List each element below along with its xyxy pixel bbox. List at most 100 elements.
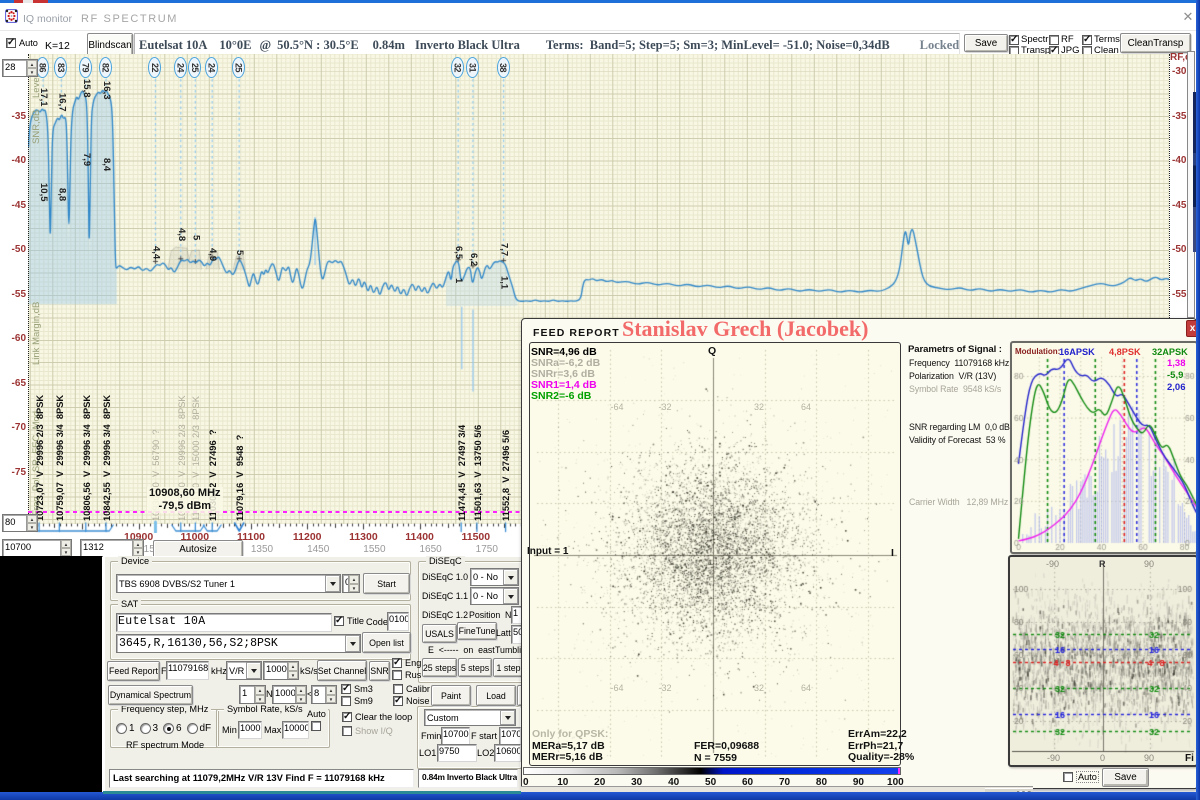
title-checkbox[interactable]: Title [334, 616, 364, 626]
checkbox-box[interactable] [341, 696, 351, 706]
symbolrate-spinner[interactable]: 1000▲▼ [263, 661, 299, 680]
checkbox-box[interactable] [311, 721, 321, 731]
spin-value[interactable]: 1000 [273, 686, 295, 703]
spin-up-icon[interactable]: ▲ [255, 686, 265, 695]
paint-button[interactable]: Paint [431, 685, 471, 706]
spin-value[interactable]: 1000 [264, 662, 287, 679]
eng-checkbox[interactable]: Eng [392, 658, 421, 668]
calibr-checkbox[interactable]: Calibr [393, 684, 430, 694]
level-bottom-arrows[interactable]: ▲▼ [26, 515, 37, 531]
checkbox-box[interactable] [392, 658, 402, 668]
device-combo[interactable]: TBS 6908 DVBS/S2 Tuner 1 [116, 574, 341, 593]
sm3-checkbox[interactable]: Sm3 [341, 684, 373, 694]
transponder-combo[interactable]: 3645,R,16130,56,S2;8PSK [116, 634, 361, 653]
combo-dropdown-icon[interactable] [345, 635, 360, 652]
diseqc11-combo[interactable]: 0 - No [470, 587, 519, 605]
usals-button[interactable]: USALS [422, 624, 457, 643]
level-top-spinner[interactable]: 28▲▼ [2, 59, 38, 77]
lo1-input[interactable]: 9750 [437, 744, 477, 762]
clear-loop-checkbox[interactable]: Clear the loop [342, 712, 412, 722]
level-top-arrows[interactable]: ▲▼ [26, 60, 37, 76]
show-iq-checkbox[interactable]: Show I/Q [342, 726, 393, 736]
radio-dot[interactable] [187, 723, 198, 734]
polarization-combo[interactable]: V/R [226, 661, 262, 680]
set-channel-button[interactable]: Set Channel [317, 660, 367, 681]
rus-checkbox[interactable]: Rus [392, 670, 421, 680]
spin-arrows[interactable]: ▲▼ [254, 686, 265, 703]
cleantransp-button[interactable]: CleanTransp [1120, 33, 1191, 53]
combo-dropdown-icon[interactable] [503, 588, 518, 604]
spin-value[interactable]: 8 [312, 686, 325, 703]
load-button[interactable]: Load [476, 685, 516, 706]
level-top-value[interactable]: 28 [3, 60, 26, 76]
freq-min-arrows[interactable]: ▲▼ [60, 540, 71, 556]
n-spinner[interactable]: 1000▲▼ [272, 685, 307, 704]
snr-button[interactable]: SNR [369, 661, 390, 681]
fstart-input[interactable]: 10700 [499, 727, 521, 745]
spin-up-icon[interactable]: ▲ [349, 575, 359, 584]
spin-down-icon[interactable]: ▼ [326, 695, 336, 704]
fmin-input[interactable]: 10700 [441, 727, 470, 745]
freq-step-radio-dF[interactable]: dF [187, 723, 212, 734]
radio-dot[interactable] [163, 723, 174, 734]
level-bottom-value[interactable]: 80 [3, 515, 26, 531]
checkbox-box[interactable] [392, 670, 402, 680]
toolbar-check-spectr[interactable]: Spectr [1009, 34, 1048, 45]
count-spinner[interactable]: 1▲▼ [239, 685, 266, 704]
combo-dropdown-icon[interactable] [500, 710, 515, 725]
start-button[interactable]: Start [363, 573, 410, 594]
toolbar-check-terms[interactable]: Terms [1082, 34, 1120, 45]
checkbox-box[interactable] [1009, 35, 1019, 45]
toolbar-check-rf[interactable]: RF [1049, 34, 1074, 45]
combo-dropdown-icon[interactable] [503, 569, 518, 585]
range-preset-combo[interactable]: Custom [424, 709, 516, 726]
steps-25-button[interactable]: 25 steps [422, 658, 457, 677]
lo2-input[interactable]: 10600 [494, 744, 521, 762]
freq-span-value[interactable]: 1312 [81, 540, 132, 556]
feed-report-button[interactable]: Feed Report [107, 661, 160, 681]
freq-step-radio-3[interactable]: 3 [140, 723, 159, 734]
steps-5-button[interactable]: 5 steps [458, 658, 492, 677]
save-button[interactable]: Save [964, 34, 1008, 52]
combo-dropdown-icon[interactable] [246, 662, 261, 679]
freq-span-spinner[interactable]: 1312▲▼ [80, 539, 144, 557]
sat-name-input[interactable]: Eutelsat 10A [116, 613, 332, 632]
device-number-spinner[interactable]: 0▲▼ [342, 574, 360, 593]
checkbox-box[interactable] [393, 696, 403, 706]
spin-arrows[interactable]: ▲▼ [295, 686, 306, 703]
spin-arrows[interactable]: ▲▼ [325, 686, 336, 703]
feed-auto-checkbox-box[interactable] [1063, 772, 1073, 782]
sr-auto-checkbox[interactable] [311, 721, 321, 731]
spin-up-icon[interactable]: ▲ [288, 662, 298, 671]
freq-span-arrows[interactable]: ▲▼ [132, 540, 143, 556]
auto-checkbox-box[interactable] [6, 38, 16, 48]
feed-save-button[interactable]: Save [1102, 768, 1149, 787]
spin-down-icon[interactable]: ▼ [255, 695, 265, 704]
radio-dot[interactable] [140, 723, 151, 734]
code-input[interactable]: 0100 [387, 612, 409, 631]
step-1-button[interactable]: 1 step [493, 658, 524, 677]
spin-arrows[interactable]: ▲▼ [287, 662, 298, 679]
checkbox-box[interactable] [1082, 35, 1092, 45]
multiplier-spinner[interactable]: 8▲▼ [311, 685, 337, 704]
spin-down-icon[interactable]: ▼ [349, 584, 359, 593]
min-input[interactable]: 1000 [238, 721, 262, 739]
close-icon[interactable]: ✕ [1181, 10, 1195, 24]
checkbox-box[interactable] [341, 684, 351, 694]
freq-step-radio-6[interactable]: 6 [163, 723, 182, 734]
spin-arrows[interactable]: ▲▼ [348, 575, 359, 592]
diseqc10-combo[interactable]: 0 - No [470, 568, 519, 586]
sm9-checkbox[interactable]: Sm9 [341, 696, 373, 706]
checkbox-box[interactable] [393, 684, 403, 694]
noise-checkbox[interactable]: Noise [393, 696, 430, 706]
freq-step-radio-1[interactable]: 1 [116, 723, 135, 734]
max-input[interactable]: 10000 [282, 721, 309, 739]
freq-min-value[interactable]: 10700 [3, 540, 60, 556]
frequency-input[interactable]: 11079168 [166, 661, 209, 680]
dynamical-spectrum-button[interactable]: Dynamical Spectrum [108, 685, 193, 705]
checkbox-box[interactable] [334, 616, 344, 626]
spin-down-icon[interactable]: ▼ [296, 695, 306, 704]
finetune-button[interactable]: FineTune [457, 622, 497, 640]
radio-dot[interactable] [116, 723, 127, 734]
spin-up-icon[interactable]: ▲ [326, 686, 336, 695]
